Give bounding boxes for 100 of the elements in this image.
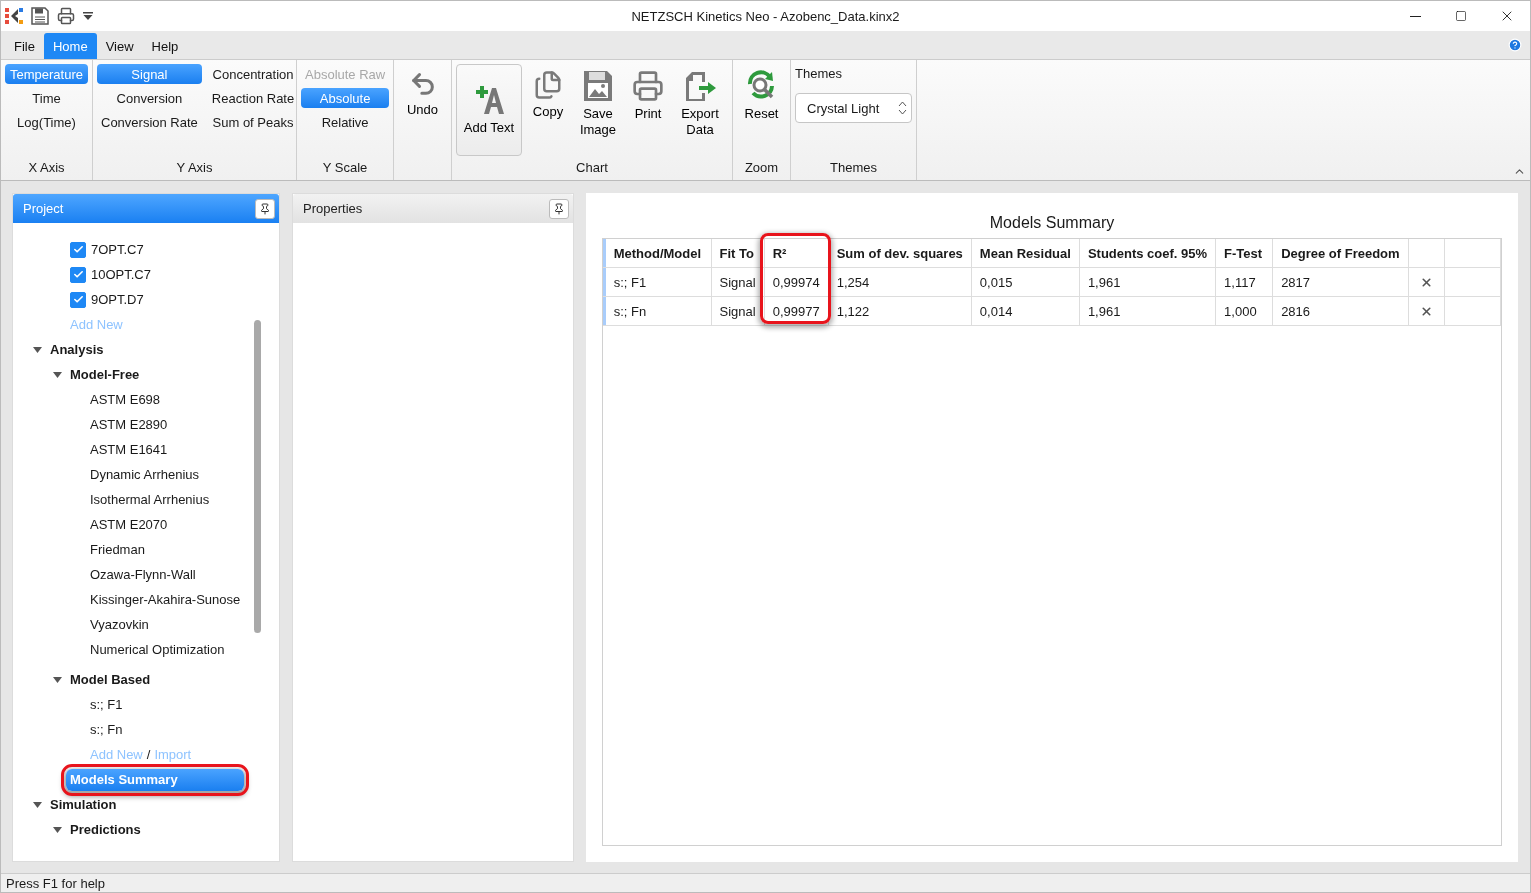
table-cell: 1,961 xyxy=(1079,296,1216,326)
tree-item[interactable]: ASTM E2070 xyxy=(90,517,168,532)
pin-icon xyxy=(553,202,565,215)
expanded-triangle-icon[interactable] xyxy=(33,346,42,353)
tree-item[interactable]: Dynamic Arrhenius xyxy=(90,467,200,482)
menu-tab[interactable]: File xyxy=(5,33,44,59)
table-cell: 0,99974 xyxy=(764,267,829,297)
menu-tab[interactable]: Home xyxy=(43,33,97,59)
ribbon-option[interactable]: Concentration xyxy=(207,64,299,84)
checkbox[interactable] xyxy=(70,291,86,308)
ribbon-option[interactable]: Reaction Rate xyxy=(207,88,299,108)
delete-icon xyxy=(1420,275,1433,289)
column-header: Mean Residual xyxy=(971,239,1080,268)
group-label: Y Scale xyxy=(321,159,369,177)
tree-item[interactable]: s:; Fn xyxy=(90,722,123,737)
expanded-triangle-icon[interactable] xyxy=(53,826,62,833)
tree-group-label: Model Based xyxy=(70,672,151,687)
table-cell: Signal xyxy=(711,296,765,326)
checkbox[interactable] xyxy=(70,241,86,258)
file-label: 7OPT.C7 xyxy=(91,242,144,257)
minimize-icon xyxy=(1409,15,1421,17)
ribbon-option[interactable]: Time xyxy=(5,88,88,108)
tree-item[interactable]: Kissinger-Akahira-Sunose xyxy=(90,592,241,607)
panel-title: Project xyxy=(23,201,64,216)
tree-item[interactable]: Isothermal Arrhenius xyxy=(90,492,210,507)
checkmark-icon xyxy=(72,269,84,280)
column-header: Degree of Freedom xyxy=(1272,239,1409,268)
pin-icon xyxy=(259,202,271,215)
checkmark-icon xyxy=(72,294,84,305)
dropdown-caret-icon[interactable] xyxy=(83,12,93,20)
tree-item[interactable]: Ozawa-Flynn-Wall xyxy=(90,567,196,582)
tree-group-label: Analysis xyxy=(50,342,104,357)
ribbon-option[interactable]: Conversion Rate xyxy=(97,112,202,132)
file-label: 10OPT.C7 xyxy=(91,267,151,282)
separator-text: / xyxy=(146,747,151,762)
checkbox[interactable] xyxy=(70,266,86,283)
expanded-triangle-icon[interactable] xyxy=(33,801,42,808)
group-label: Chart xyxy=(575,159,609,177)
ribbon-button[interactable]: Save Image xyxy=(574,64,622,158)
app-logo-icon xyxy=(5,7,23,25)
tree-item[interactable]: ASTM E1641 xyxy=(90,442,168,457)
tree-group-label: Predictions xyxy=(70,822,141,837)
tree-item[interactable]: ASTM E698 xyxy=(90,392,161,407)
delete-row-button[interactable] xyxy=(1420,275,1433,289)
menu-tab[interactable]: Help xyxy=(142,33,188,59)
table-cell: Signal xyxy=(711,267,765,297)
table-cell: 1,122 xyxy=(828,296,972,326)
ribbon-option[interactable]: Sum of Peaks xyxy=(207,112,299,132)
table-cell: 0,015 xyxy=(971,267,1080,297)
tree-item[interactable]: s:; F1 xyxy=(90,697,123,712)
table-cell: 1,961 xyxy=(1079,267,1216,297)
tree-group-label: Model-Free xyxy=(70,367,140,382)
table-cell: 1,000 xyxy=(1215,296,1273,326)
file-export-icon xyxy=(683,70,717,102)
tree-item[interactable]: Numerical Optimization xyxy=(90,642,225,657)
status-text: Press F1 for help xyxy=(6,875,105,891)
column-header: Method/Model xyxy=(605,239,711,268)
column-header: Sum of dev. squares xyxy=(828,239,972,268)
file-label: 9OPT.D7 xyxy=(91,292,144,307)
group-label: Y Axis xyxy=(175,159,214,177)
scrollbar[interactable] xyxy=(254,320,261,633)
delete-icon xyxy=(1420,304,1433,318)
checkmark-icon xyxy=(72,244,84,255)
undo-button[interactable]: Undo xyxy=(398,64,447,180)
group-label: X Axis xyxy=(27,159,66,177)
ribbon-button[interactable]: Print xyxy=(624,64,672,158)
tree-group-label: Simulation xyxy=(50,797,117,812)
table-cell: s:; Fn xyxy=(605,296,711,326)
group-label: Themes xyxy=(829,159,878,177)
expanded-triangle-icon[interactable] xyxy=(53,371,62,378)
group-label: Zoom xyxy=(743,159,780,177)
delete-row-button[interactable] xyxy=(1420,304,1433,318)
ribbon-option[interactable]: Conversion xyxy=(97,88,202,108)
menu-tab[interactable]: View xyxy=(96,33,143,59)
ribbon-button[interactable]: Export Data xyxy=(674,64,726,158)
maximize-icon xyxy=(1455,10,1467,22)
table-cell: 2816 xyxy=(1272,296,1409,326)
ribbon-button[interactable]: Add Text xyxy=(456,64,522,156)
table-cell: 1,117 xyxy=(1215,267,1273,297)
pin-button[interactable] xyxy=(549,198,569,219)
print-icon[interactable] xyxy=(57,7,75,25)
ribbon-button[interactable]: Copy xyxy=(524,64,572,158)
floppy-image-icon xyxy=(583,70,613,102)
table-cell: s:; F1 xyxy=(605,267,711,297)
expanded-triangle-icon[interactable] xyxy=(53,676,62,683)
save-icon[interactable] xyxy=(31,7,49,25)
pin-button[interactable] xyxy=(255,198,275,219)
theme-select[interactable]: Crystal Light xyxy=(795,93,912,123)
column-header: Students coef. 95% xyxy=(1079,239,1216,268)
ribbon-option[interactable]: Log(Time) xyxy=(5,112,88,132)
table-cell: 2817 xyxy=(1272,267,1409,297)
tree-item[interactable]: Friedman xyxy=(90,542,145,557)
table-cell: 1,254 xyxy=(828,267,972,297)
panel-title: Properties xyxy=(303,201,363,216)
tree-item[interactable]: ASTM E2890 xyxy=(90,417,168,432)
reset-button[interactable]: Reset xyxy=(737,64,786,158)
help-icon[interactable] xyxy=(1508,38,1522,52)
copy-icon xyxy=(533,70,563,100)
tree-item[interactable]: Vyazovkin xyxy=(90,617,149,632)
ribbon-option[interactable]: Relative xyxy=(301,112,390,132)
